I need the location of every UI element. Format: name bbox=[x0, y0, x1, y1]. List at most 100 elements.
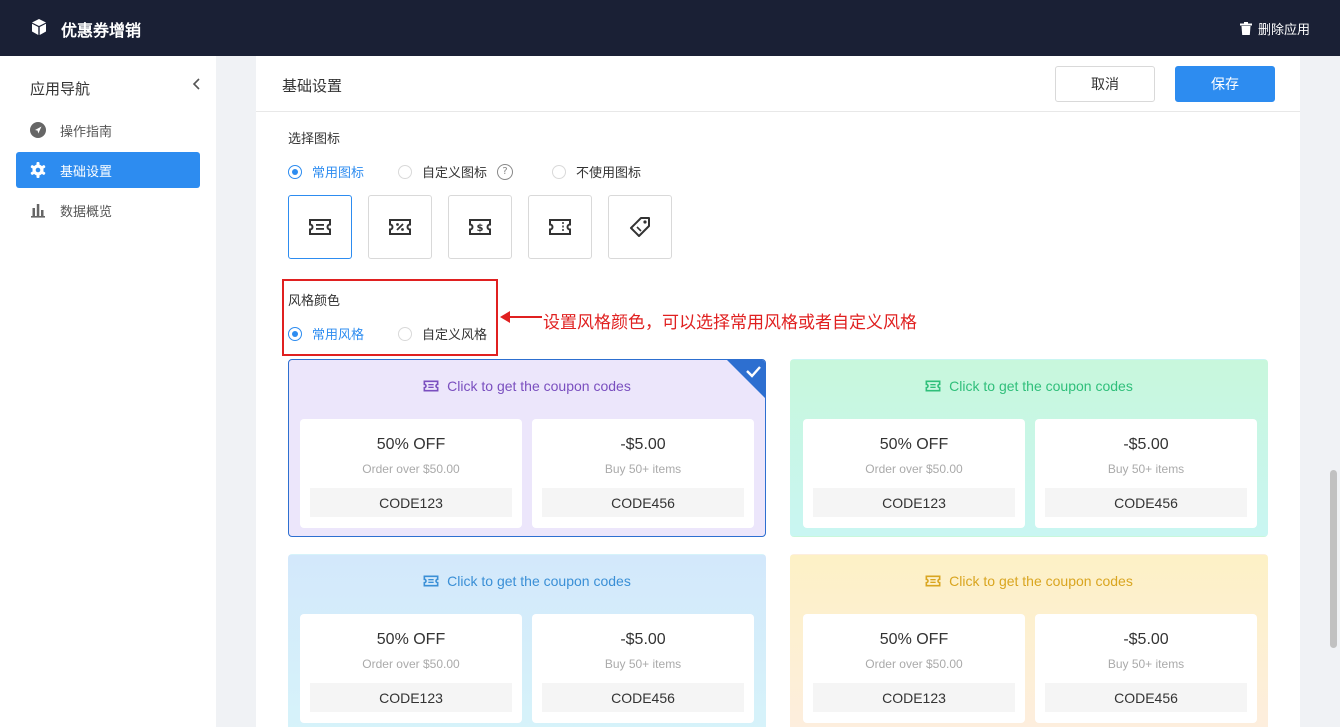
coupon-item: 50% OFF Order over $50.00 CODE123 bbox=[803, 419, 1025, 528]
coupon-condition: Buy 50+ items bbox=[1107, 462, 1185, 476]
coupon-condition: Buy 50+ items bbox=[604, 462, 682, 476]
style-card-blue[interactable]: Click to get the coupon codes 50% OFF Or… bbox=[288, 554, 766, 727]
coupon-condition: Buy 50+ items bbox=[1107, 657, 1185, 671]
icon-option-plain-ticket[interactable] bbox=[528, 195, 592, 259]
annotation-arrow-icon bbox=[500, 311, 542, 323]
coupon-amount: 50% OFF bbox=[879, 631, 949, 648]
radio-dot bbox=[552, 164, 566, 179]
radio-custom-style[interactable]: 自定义风格 bbox=[398, 324, 487, 343]
radio-common-style[interactable]: 常用风格 bbox=[288, 324, 364, 343]
radio-custom-icon[interactable]: 自定义图标 ? bbox=[398, 162, 514, 181]
coupon-item: 50% OFF Order over $50.00 CODE123 bbox=[300, 419, 522, 528]
price-tag-icon bbox=[630, 217, 650, 237]
ticket-icon bbox=[925, 380, 941, 392]
style-section-label: 风格颜色 bbox=[288, 294, 341, 309]
radio-common-icon[interactable]: 常用图标 bbox=[288, 162, 364, 181]
card-header-text: Click to get the coupon codes bbox=[447, 573, 631, 589]
style-card-yellow[interactable]: Click to get the coupon codes 50% OFF Or… bbox=[790, 554, 1268, 727]
icon-option-ticket[interactable] bbox=[288, 195, 352, 259]
coupon-item: -$5.00 Buy 50+ items CODE456 bbox=[1035, 614, 1257, 723]
card-header: Click to get the coupon codes bbox=[791, 378, 1267, 394]
cube-logo-icon bbox=[32, 19, 46, 35]
style-card-purple[interactable]: Click to get the coupon codes 50% OFF Or… bbox=[288, 359, 766, 537]
sidebar-item-label: 操作指南 bbox=[60, 124, 113, 140]
radio-dot bbox=[288, 164, 302, 179]
card-header-text: Click to get the coupon codes bbox=[447, 378, 631, 394]
coupon-code: CODE456 bbox=[542, 488, 744, 517]
coupon-condition: Order over $50.00 bbox=[865, 657, 963, 671]
coupon-condition: Order over $50.00 bbox=[362, 462, 460, 476]
coupon-amount: 50% OFF bbox=[376, 436, 446, 453]
svg-text:$: $ bbox=[477, 223, 484, 234]
ticket-icon bbox=[423, 380, 439, 392]
card-header: Click to get the coupon codes bbox=[289, 573, 765, 589]
coupon-amount: -$5.00 bbox=[620, 631, 666, 648]
coupon-item: -$5.00 Buy 50+ items CODE456 bbox=[532, 419, 754, 528]
save-button[interactable]: 保存 bbox=[1175, 66, 1275, 102]
radio-no-icon[interactable]: 不使用图标 bbox=[552, 162, 641, 181]
plain-ticket-icon bbox=[549, 219, 571, 235]
coupon-condition: Order over $50.00 bbox=[362, 657, 460, 671]
content-header: 基础设置 取消 保存 bbox=[256, 56, 1300, 112]
style-card-green[interactable]: Click to get the coupon codes 50% OFF Or… bbox=[790, 359, 1268, 537]
help-question-icon[interactable]: ? bbox=[497, 163, 514, 180]
sidebar-item-label: 基础设置 bbox=[60, 164, 113, 180]
percent-ticket-icon bbox=[389, 219, 411, 235]
coupon-item: 50% OFF Order over $50.00 CODE123 bbox=[300, 614, 522, 723]
coupon-condition: Buy 50+ items bbox=[604, 657, 682, 671]
trash-icon bbox=[1239, 22, 1252, 35]
radio-label: 常用风格 bbox=[312, 328, 365, 343]
gear-icon bbox=[30, 162, 46, 178]
coupon-code: CODE123 bbox=[310, 488, 512, 517]
chevron-left-icon[interactable] bbox=[190, 76, 204, 92]
radio-label: 自定义风格 bbox=[422, 328, 488, 343]
coupon-amount: 50% OFF bbox=[879, 436, 949, 453]
radio-dot bbox=[288, 326, 302, 341]
selected-check-icon bbox=[727, 360, 765, 398]
coupon-code: CODE456 bbox=[1045, 488, 1247, 517]
navigation-arrow-icon bbox=[30, 122, 46, 138]
icon-option-percent-ticket[interactable] bbox=[368, 195, 432, 259]
sidebar-item-data-overview[interactable]: 数据概览 bbox=[16, 192, 200, 228]
card-header-text: Click to get the coupon codes bbox=[949, 573, 1133, 589]
radio-dot bbox=[398, 164, 412, 179]
coupon-item: -$5.00 Buy 50+ items CODE456 bbox=[532, 614, 754, 723]
delete-app-button[interactable]: 删除应用 bbox=[1239, 19, 1310, 38]
coupon-amount: -$5.00 bbox=[1123, 436, 1169, 453]
radio-label: 常用图标 bbox=[312, 166, 365, 181]
coupon-code: CODE456 bbox=[1045, 683, 1247, 712]
sidebar: 应用导航 操作指南 基础设置 数据概览 bbox=[0, 56, 216, 727]
page-title: 基础设置 bbox=[282, 77, 343, 95]
coupon-amount: -$5.00 bbox=[1123, 631, 1169, 648]
radio-dot bbox=[398, 326, 412, 341]
ticket-icon bbox=[423, 575, 439, 587]
sidebar-item-label: 数据概览 bbox=[60, 204, 113, 220]
annotation-text: 设置风格颜色，可以选择常用风格或者自定义风格 bbox=[543, 313, 917, 333]
bar-chart-icon bbox=[31, 204, 45, 218]
coupon-amount: -$5.00 bbox=[620, 436, 666, 453]
delete-app-label: 删除应用 bbox=[1257, 23, 1310, 38]
ticket-icon bbox=[309, 219, 331, 235]
page-scrollbar[interactable] bbox=[1330, 470, 1337, 648]
app-title: 优惠券增销 bbox=[61, 21, 142, 40]
coupon-item: -$5.00 Buy 50+ items CODE456 bbox=[1035, 419, 1257, 528]
ticket-icon bbox=[925, 575, 941, 587]
card-header-text: Click to get the coupon codes bbox=[949, 378, 1133, 394]
coupon-code: CODE123 bbox=[813, 683, 1015, 712]
sidebar-item-guide[interactable]: 操作指南 bbox=[16, 112, 200, 148]
coupon-condition: Order over $50.00 bbox=[865, 462, 963, 476]
icon-option-price-tag[interactable] bbox=[608, 195, 672, 259]
coupon-code: CODE456 bbox=[542, 683, 744, 712]
radio-label: 不使用图标 bbox=[576, 166, 642, 181]
top-bar: 优惠券增销 删除应用 bbox=[0, 0, 1340, 56]
sidebar-item-basic-settings[interactable]: 基础设置 bbox=[16, 152, 200, 188]
coupon-item: 50% OFF Order over $50.00 CODE123 bbox=[803, 614, 1025, 723]
radio-label: 自定义图标 bbox=[422, 166, 488, 181]
coupon-code: CODE123 bbox=[310, 683, 512, 712]
icon-option-dollar-ticket[interactable]: $ bbox=[448, 195, 512, 259]
cancel-button[interactable]: 取消 bbox=[1055, 66, 1155, 102]
card-header: Click to get the coupon codes bbox=[289, 378, 765, 394]
coupon-amount: 50% OFF bbox=[376, 631, 446, 648]
coupon-code: CODE123 bbox=[813, 488, 1015, 517]
icon-section-label: 选择图标 bbox=[288, 132, 341, 147]
